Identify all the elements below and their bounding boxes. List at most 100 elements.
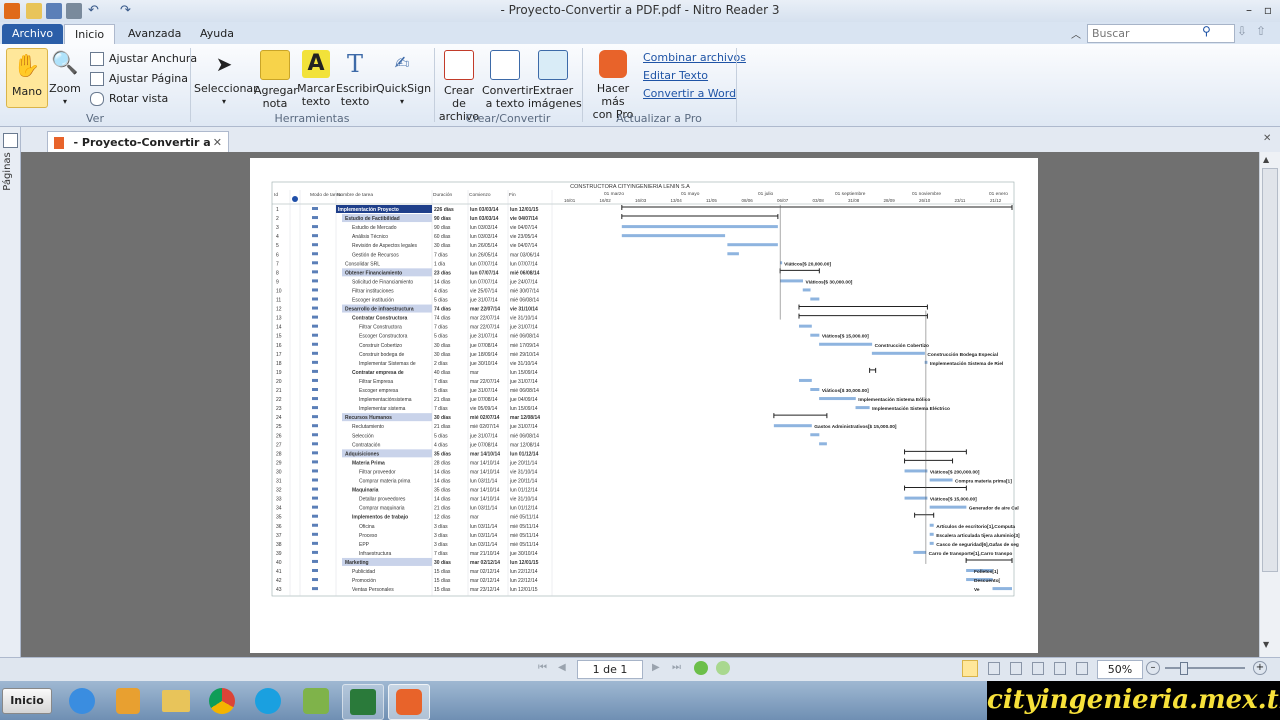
- task-end: mié 17/09/14: [510, 343, 539, 349]
- print-icon[interactable]: [66, 3, 82, 19]
- chrome-icon[interactable]: [202, 684, 242, 718]
- fit-page-view-icon[interactable]: [1054, 662, 1066, 675]
- task-name: Escoger empresa: [359, 388, 398, 394]
- hand-tool-button[interactable]: ✋ Mano: [6, 48, 48, 108]
- extract-images-label-1: Extraer: [532, 84, 574, 97]
- skype-icon[interactable]: [248, 684, 288, 718]
- task-mode-icon: [312, 487, 318, 491]
- tab-inicio[interactable]: Inicio: [64, 24, 116, 45]
- project-app-icon[interactable]: [342, 684, 384, 720]
- last-page-icon[interactable]: ⏭: [672, 662, 681, 673]
- task-start: jue 07/08/14: [469, 343, 498, 349]
- extract-images-button[interactable]: Extraer imágenes: [528, 50, 582, 110]
- task-bar: [810, 333, 820, 337]
- file-explorer-icon[interactable]: [156, 684, 196, 718]
- convert-to-word-link[interactable]: Convertir a Word: [643, 87, 736, 100]
- highlight-text-label-2: texto: [301, 95, 331, 108]
- collapse-ribbon-icon[interactable]: ︿: [1071, 26, 1081, 41]
- page-number-input[interactable]: 1 de 1: [577, 660, 643, 679]
- add-note-button[interactable]: Agregar nota: [254, 50, 298, 110]
- task-duration: 226 días: [434, 207, 454, 213]
- previous-page-icon[interactable]: ◀: [558, 662, 566, 673]
- media-player-icon[interactable]: [108, 684, 148, 718]
- facing-view-icon[interactable]: [1010, 662, 1022, 675]
- timescale-top-label: 01 marzo: [604, 191, 624, 197]
- single-page-view-icon[interactable]: [962, 660, 978, 677]
- scrollbar-thumb[interactable]: [1262, 168, 1278, 572]
- select-tool-button[interactable]: ➤ Seleccionar ▾: [194, 50, 258, 108]
- redo-icon[interactable]: ↷: [120, 3, 136, 19]
- zoom-out-icon[interactable]: –: [1146, 661, 1160, 675]
- close-icon[interactable]: ✕: [213, 132, 222, 153]
- quicksign-button[interactable]: ✍ QuickSign ▾: [376, 50, 431, 108]
- zoom-button[interactable]: 🔍 Zoom ▾: [48, 50, 82, 108]
- document-tab[interactable]: - Proyecto-Convertir a PDF ✕: [47, 131, 229, 170]
- tab-avanzada[interactable]: Avanzada: [118, 24, 191, 44]
- zoom-in-icon[interactable]: +: [1253, 661, 1267, 675]
- chevron-down-icon: ▾: [221, 97, 226, 106]
- scroll-up-icon[interactable]: ▲: [1263, 155, 1269, 164]
- back-view-icon[interactable]: [694, 661, 708, 675]
- fit-page-button[interactable]: Ajustar Página: [90, 72, 188, 86]
- first-page-icon[interactable]: ⏮: [538, 662, 547, 673]
- rotate-view-button[interactable]: Rotar vista: [90, 92, 168, 106]
- extract-images-label-2: imágenes: [528, 97, 582, 110]
- continuous-view-icon[interactable]: [988, 662, 1000, 675]
- task-duration: 35 días: [434, 451, 451, 457]
- pages-panel-label[interactable]: Páginas: [2, 152, 13, 191]
- arrow-down-icon[interactable]: ⇩: [1237, 24, 1247, 38]
- internet-explorer-icon[interactable]: [62, 684, 102, 718]
- type-text-button[interactable]: T Escribir texto: [336, 50, 377, 108]
- pages-panel-icon[interactable]: [3, 133, 18, 148]
- zoom-level-input[interactable]: 50%: [1097, 660, 1143, 679]
- edit-text-link[interactable]: Editar Texto: [643, 69, 708, 82]
- people-app-icon[interactable]: [296, 684, 336, 718]
- nitro-reader-icon[interactable]: [388, 684, 430, 720]
- row-id: 14: [276, 325, 282, 331]
- convert-to-text-button[interactable]: Convertir a texto: [482, 50, 533, 110]
- highlight-a-icon: A: [302, 50, 330, 78]
- combine-files-link[interactable]: Combinar archivos: [643, 51, 746, 64]
- row-id: 30: [276, 469, 282, 475]
- fit-width-button[interactable]: Ajustar Anchura: [90, 52, 197, 66]
- zoom-slider[interactable]: [1165, 667, 1245, 669]
- task-mode-icon: [312, 433, 318, 437]
- facing-continuous-view-icon[interactable]: [1032, 662, 1044, 675]
- row-id: 12: [276, 307, 282, 313]
- highlight-text-button[interactable]: A Marcar texto: [296, 50, 336, 108]
- task-start: vie 25/07/14: [470, 288, 497, 294]
- minimize-icon[interactable]: –: [1240, 2, 1258, 18]
- task-duration: 3 días: [434, 533, 448, 539]
- task-mode-icon: [312, 451, 318, 455]
- upgrade-pro-button[interactable]: Hacer más con Pro: [586, 50, 640, 121]
- open-folder-icon[interactable]: [26, 3, 42, 19]
- task-name: Reclutamiento: [352, 424, 384, 430]
- maximize-icon[interactable]: ▫: [1259, 2, 1277, 18]
- close-document-icon[interactable]: ✕: [1263, 133, 1271, 144]
- task-name: Filtrar proveedor: [359, 469, 396, 475]
- tab-archivo[interactable]: Archivo: [2, 24, 64, 44]
- tab-ayuda[interactable]: Ayuda: [190, 24, 244, 44]
- bar-label: Casco de seguridad[6],Gafas de seg: [936, 542, 1019, 548]
- search-input[interactable]: Buscar: [1087, 24, 1235, 43]
- task-start: jue 31/07/14: [469, 298, 498, 304]
- search-icon[interactable]: ⚲: [1202, 24, 1211, 38]
- fullscreen-view-icon[interactable]: [1076, 662, 1088, 675]
- task-name: Oficina: [359, 524, 375, 530]
- task-end: mar 12/08/14: [510, 415, 540, 421]
- app-logo-icon: [4, 3, 20, 19]
- undo-icon[interactable]: ↶: [88, 3, 104, 19]
- row-id: 15: [276, 334, 282, 340]
- task-start: mar 23/12/14: [470, 587, 500, 593]
- start-button[interactable]: Inicio: [2, 688, 52, 714]
- task-duration: 7 días: [434, 252, 448, 258]
- next-page-icon[interactable]: ▶: [652, 662, 660, 673]
- save-icon[interactable]: [46, 3, 62, 19]
- zoom-slider-handle[interactable]: [1180, 662, 1188, 675]
- forward-view-icon[interactable]: [716, 661, 730, 675]
- scroll-down-icon[interactable]: ▼: [1263, 640, 1269, 649]
- gantt-company-title: CONSTRUCTORA CITYINGENIERIA LENIN S.A: [570, 184, 690, 190]
- arrow-up-icon[interactable]: ⇧: [1256, 24, 1266, 38]
- task-duration: 40 días: [434, 370, 451, 376]
- task-start: jue 31/07/14: [469, 388, 498, 394]
